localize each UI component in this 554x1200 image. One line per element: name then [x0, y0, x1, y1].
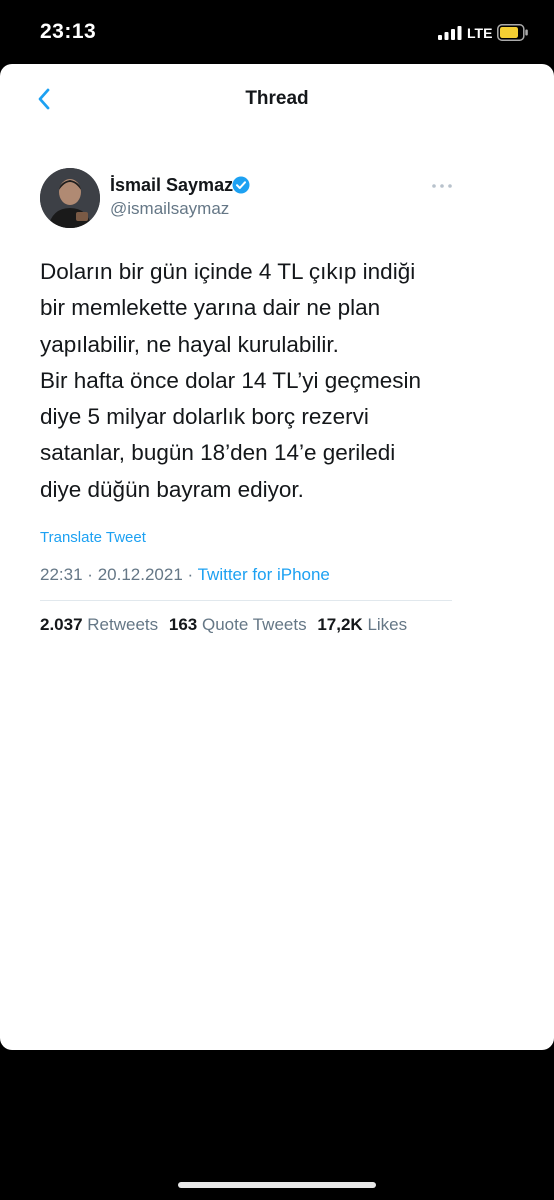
navigation-bar: Thread — [0, 64, 554, 134]
tweet-text-line: yapılabilir, ne hayal kurulabilir. — [40, 331, 339, 357]
thread-sheet: Thread İsmail Saymaz @ismailsaymaz Dolar… — [0, 64, 554, 1050]
status-bar: 23:13 LTE — [0, 0, 554, 64]
tweet-text: Doların bir gün içinde 4 TL çıkıp indiği… — [40, 254, 510, 508]
author-handle[interactable]: @ismailsaymaz — [110, 199, 229, 219]
meta-separator: · — [87, 565, 93, 584]
meta-separator: · — [187, 565, 194, 584]
tweet-text-line: Bir hafta önce dolar 14 TL’yi geçmesin — [40, 367, 422, 393]
retweets-count: 2.037 — [40, 615, 83, 634]
divider — [40, 600, 452, 601]
verified-badge-icon — [232, 176, 250, 194]
likes-label: Likes — [367, 615, 408, 634]
quote-tweets-stat[interactable]: 163 Quote Tweets — [169, 615, 307, 634]
avatar-image — [40, 168, 100, 228]
likes-stat[interactable]: 17,2K Likes — [317, 615, 407, 634]
retweets-stat[interactable]: 2.037 Retweets — [40, 615, 158, 634]
retweets-label: Retweets — [87, 615, 159, 634]
cellular-signal-icon — [438, 26, 462, 40]
network-type: LTE — [467, 25, 493, 41]
battery-icon — [497, 24, 528, 41]
quote-tweets-label: Quote Tweets — [202, 615, 307, 634]
tweet-meta: 22:31 · 20.12.2021 · Twitter for iPhone — [40, 565, 330, 585]
translate-tweet-link[interactable]: Translate Tweet — [40, 529, 146, 546]
likes-count: 17,2K — [317, 615, 363, 634]
tweet-text-line: bir memlekette yarına dair ne plan — [40, 295, 381, 321]
tweet-source-link[interactable]: Twitter for iPhone — [198, 565, 330, 584]
avatar[interactable] — [40, 168, 100, 228]
tweet-text-line: satanlar, bugün 18’den 14’e geriledi — [40, 440, 396, 466]
home-indicator[interactable] — [178, 1182, 376, 1188]
tweet-stats: 2.037 Retweets 163 Quote Tweets 17,2K Li… — [40, 615, 407, 635]
tweet-text-line: diye düğün bayram ediyor. — [40, 476, 304, 502]
status-time: 23:13 — [40, 20, 97, 43]
page-title: Thread — [245, 88, 309, 109]
quote-tweets-count: 163 — [168, 615, 198, 634]
tweet-text-line: Doların bir gün içinde 4 TL çıkıp indiği — [40, 259, 416, 284]
tweet-text-line: diye 5 milyar dolarlık borç rezervi — [40, 404, 369, 430]
author-name[interactable]: İsmail Saymaz — [110, 175, 233, 196]
tweet-date: 20.12.2021 — [97, 565, 183, 584]
tweet-time: 22:31 — [40, 565, 83, 584]
more-horizontal-icon[interactable] — [430, 180, 454, 192]
